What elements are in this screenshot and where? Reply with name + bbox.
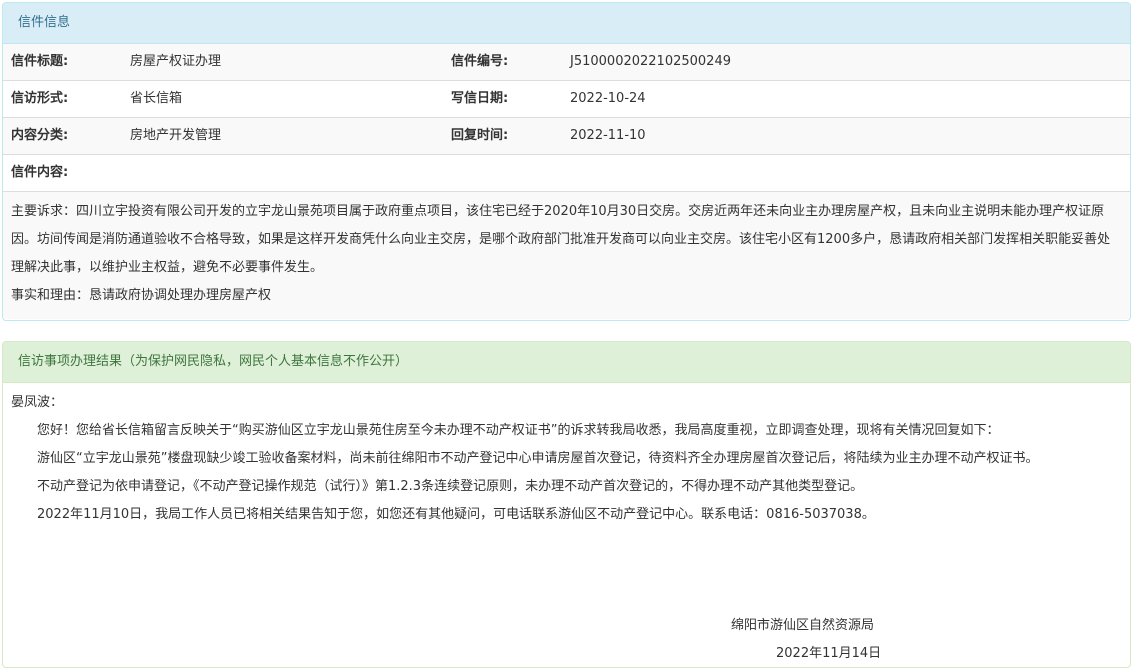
label-petition-form: 信访形式:: [11, 91, 69, 106]
reply-paragraph: 您好！您给省长信箱留言反映关于“购买游仙区立宇龙山景苑住房至今未办理不动产权证书…: [37, 423, 1000, 438]
reply-salutation: 晏凤波：: [11, 395, 64, 410]
label-write-date: 写信日期:: [451, 91, 509, 106]
value-write-date: 2022-10-24: [570, 91, 646, 106]
letter-content-body: 主要诉求：四川立宇投资有限公司开发的立宇龙山景苑项目属于政府重点项目，该住宅已经…: [3, 192, 1130, 319]
result-panel: 信访事项办理结果（为保护网民隐私，网民个人基本信息不作公开） 晏凤波： 您好！您…: [2, 341, 1131, 668]
reply-paragraph: 2022年11月10日，我局工作人员已将相关结果告知于您，如您还有其他疑问，可电…: [37, 507, 875, 522]
value-reply-time: 2022-11-10: [570, 128, 646, 143]
letter-content-facts-reasons: 事实和理由：恳请政府协调处理办理房屋产权: [11, 288, 272, 303]
result-heading: 信访事项办理结果（为保护网民隐私，网民个人基本信息不作公开）: [3, 342, 1130, 383]
signature-date: 2022年11月14日: [776, 646, 882, 661]
info-row-category: 内容分类: 房地产开发管理 回复时间: 2022-11-10: [3, 118, 1130, 155]
info-row-content-label: 信件内容:: [3, 155, 1130, 192]
value-petition-form: 省长信箱: [130, 91, 183, 106]
label-letter-number: 信件编号:: [451, 54, 509, 69]
info-row-title: 信件标题: 房屋产权证办理 信件编号: J5100002022102500249: [3, 44, 1130, 81]
letter-content-main-appeal: 主要诉求：四川立宇投资有限公司开发的立宇龙山景苑项目属于政府重点项目，该住宅已经…: [11, 204, 1111, 275]
value-content-category: 房地产开发管理: [130, 128, 222, 143]
label-letter-title: 信件标题:: [11, 54, 69, 69]
label-content-category: 内容分类:: [11, 128, 69, 143]
signature-organization: 绵阳市游仙区自然资源局: [731, 618, 875, 633]
value-letter-title: 房屋产权证办理: [130, 54, 222, 69]
letter-info-panel: 信件信息 信件标题: 房屋产权证办理 信件编号: J51000020221025…: [2, 2, 1131, 321]
label-reply-time: 回复时间:: [451, 128, 509, 143]
letter-info-heading: 信件信息: [3, 3, 1130, 44]
label-letter-content: 信件内容:: [11, 165, 69, 180]
info-row-form: 信访形式: 省长信箱 写信日期: 2022-10-24: [3, 81, 1130, 118]
reply-paragraph: 不动产登记为依申请登记，《不动产登记操作规范（试行）》第1.2.3条连续登记原则…: [37, 479, 864, 494]
value-letter-number: J5100002022102500249: [570, 54, 731, 69]
reply-body: 晏凤波： 您好！您给省长信箱留言反映关于“购买游仙区立宇龙山景苑住房至今未办理不…: [3, 383, 1130, 529]
reply-paragraph: 游仙区“立宇龙山景苑”楼盘现缺少竣工验收备案材料，尚未前往绵阳市不动产登记中心申…: [37, 451, 1039, 466]
